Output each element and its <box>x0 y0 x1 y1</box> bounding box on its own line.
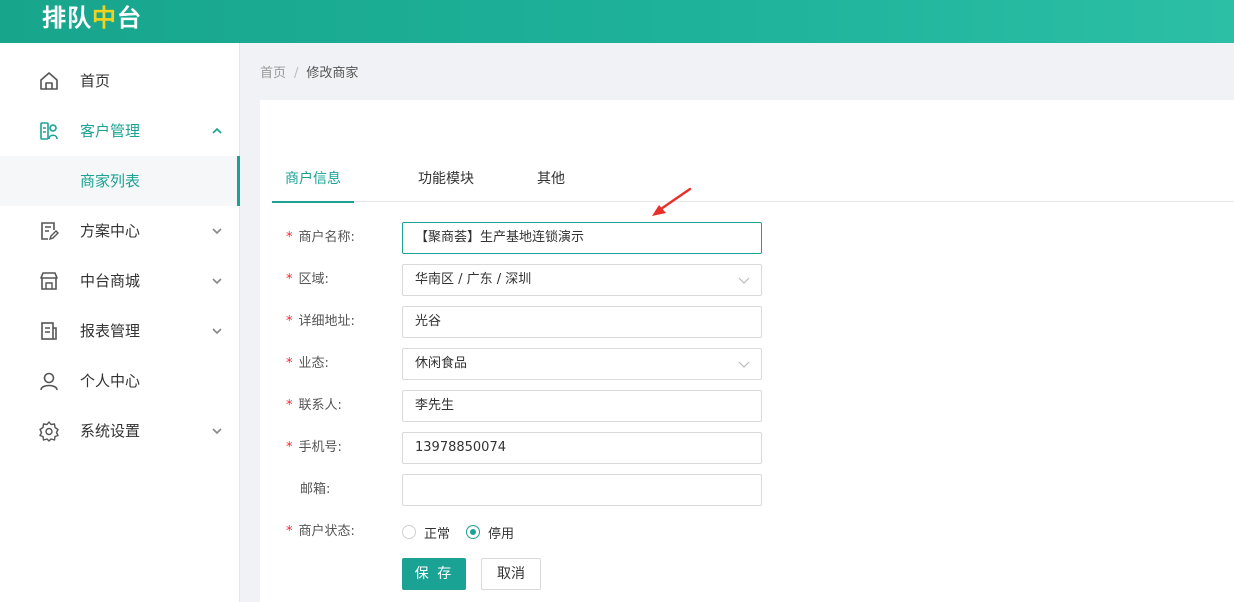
form-row-status: * 商户状态: 正常 停用 <box>260 516 1234 548</box>
sidebar-subitem-label: 商家列表 <box>80 172 141 190</box>
breadcrumb-separator: / <box>294 66 299 81</box>
cancel-button[interactable]: 取消 <box>481 558 541 590</box>
tab-label: 商户信息 <box>285 171 341 187</box>
sidebar-item-mall[interactable]: 中台商城 <box>0 256 240 306</box>
required-mark: * <box>286 356 293 371</box>
chevron-down-icon <box>212 428 222 435</box>
form-actions: 保 存 取消 <box>260 558 1234 590</box>
required-mark: * <box>286 314 293 329</box>
form-row-phone: * 手机号: 13978850074 <box>260 432 1234 464</box>
sidebar-item-plan-center[interactable]: 方案中心 <box>0 206 240 256</box>
sidebar-item-label: 首页 <box>80 72 111 90</box>
sidebar-item-reports[interactable]: 报表管理 <box>0 306 240 356</box>
required-mark: * <box>286 524 293 539</box>
edit-merchant-card: 商户信息 功能模块 其他 * 商户名称: 【聚商荟】生产基地连锁演示 * 区域: 华… <box>260 100 1234 602</box>
form-row-merchant-name: * 商户名称: 【聚商荟】生产基地连锁演示 <box>260 222 1234 254</box>
contact-input[interactable]: 李先生 <box>402 390 762 422</box>
chevron-down-icon <box>212 278 222 285</box>
form-row-business-type: * 业态: 休闲食品 <box>260 348 1234 380</box>
radio-circle <box>466 525 481 539</box>
breadcrumb-home-link[interactable]: 首页 <box>260 66 286 81</box>
store-icon <box>40 272 58 290</box>
chevron-down-icon <box>738 361 750 368</box>
business-type-select[interactable]: 休闲食品 <box>402 348 762 380</box>
sidebar-item-home[interactable]: 首页 <box>0 56 240 106</box>
status-label: * 商户状态: <box>286 524 355 539</box>
sidebar-item-customer-management[interactable]: 客户管理 <box>0 106 240 156</box>
tab-label: 功能模块 <box>418 171 474 187</box>
business-type-label: * 业态: <box>286 356 329 371</box>
logo-text-prefix: 排队 <box>42 4 92 32</box>
chevron-down-icon <box>738 277 750 284</box>
sidebar: 首页 客户管理 商家列表 方案中心 中台商城 报表管理 个人中心 系统设置 <box>0 43 240 602</box>
sidebar-item-label: 个人中心 <box>80 372 141 390</box>
save-button[interactable]: 保 存 <box>402 558 466 590</box>
sidebar-item-profile[interactable]: 个人中心 <box>0 356 240 406</box>
breadcrumb: 首页 / 修改商家 <box>260 64 358 84</box>
merchant-name-label: * 商户名称: <box>286 230 355 245</box>
annotation-arrow-icon <box>652 187 692 216</box>
chevron-down-icon <box>212 228 222 235</box>
sidebar-item-label: 方案中心 <box>80 222 141 240</box>
form-row-address: * 详细地址: 光谷 <box>260 306 1234 338</box>
tab-merchant-info[interactable]: 商户信息 <box>272 162 354 203</box>
form-row-contact: * 联系人: 李先生 <box>260 390 1234 422</box>
tab-label: 其他 <box>537 171 565 187</box>
form-row-region: * 区域: 华南区 / 广东 / 深圳 <box>260 264 1234 296</box>
required-mark: * <box>286 398 293 413</box>
email-label: 邮箱: <box>300 482 331 497</box>
breadcrumb-current: 修改商家 <box>306 66 359 81</box>
logo-text-accent: 中 <box>92 4 117 32</box>
app-logo[interactable]: 排队中台 <box>42 2 142 34</box>
merchant-name-input[interactable]: 【聚商荟】生产基地连锁演示 <box>402 222 762 254</box>
status-radio-normal[interactable]: 正常 <box>402 523 450 542</box>
logo-text-suffix: 台 <box>117 4 142 32</box>
user-icon <box>40 372 58 391</box>
phone-label: * 手机号: <box>286 440 342 455</box>
radio-label: 停用 <box>488 526 515 542</box>
form-row-email: 邮箱: <box>260 474 1234 506</box>
region-select[interactable]: 华南区 / 广东 / 深圳 <box>402 264 762 296</box>
tab-active-underline <box>272 201 354 203</box>
gear-icon <box>39 421 59 442</box>
tab-bar: 商户信息 功能模块 其他 <box>272 162 1234 203</box>
sidebar-subitem-merchant-list[interactable]: 商家列表 <box>0 156 240 206</box>
edit-doc-icon <box>41 222 59 241</box>
contact-label: * 联系人: <box>286 398 342 413</box>
active-indicator <box>237 156 240 206</box>
address-input[interactable]: 光谷 <box>402 306 762 338</box>
status-radio-group: 正常 停用 <box>402 516 530 548</box>
customer-icon <box>40 122 58 140</box>
home-icon <box>40 72 58 90</box>
sidebar-item-label: 中台商城 <box>80 272 141 290</box>
sidebar-item-system-settings[interactable]: 系统设置 <box>0 406 240 456</box>
sidebar-item-label: 客户管理 <box>80 122 141 140</box>
top-header: 排队中台 <box>0 0 1234 43</box>
required-mark: * <box>286 440 293 455</box>
required-mark: * <box>286 230 293 245</box>
tab-function-modules[interactable]: 功能模块 <box>412 162 480 202</box>
address-label: * 详细地址: <box>286 314 355 329</box>
email-input[interactable] <box>402 474 762 506</box>
chevron-down-icon <box>212 328 222 335</box>
sidebar-item-label: 系统设置 <box>80 422 141 440</box>
region-label: * 区域: <box>286 272 329 287</box>
report-icon <box>41 322 57 340</box>
tab-other[interactable]: 其他 <box>536 162 566 202</box>
radio-label: 正常 <box>424 526 451 542</box>
radio-circle <box>402 525 416 539</box>
sidebar-item-label: 报表管理 <box>80 322 141 340</box>
required-mark: * <box>286 272 293 287</box>
chevron-up-icon <box>212 127 222 134</box>
phone-input[interactable]: 13978850074 <box>402 432 762 464</box>
status-radio-disabled[interactable]: 停用 <box>466 523 514 542</box>
